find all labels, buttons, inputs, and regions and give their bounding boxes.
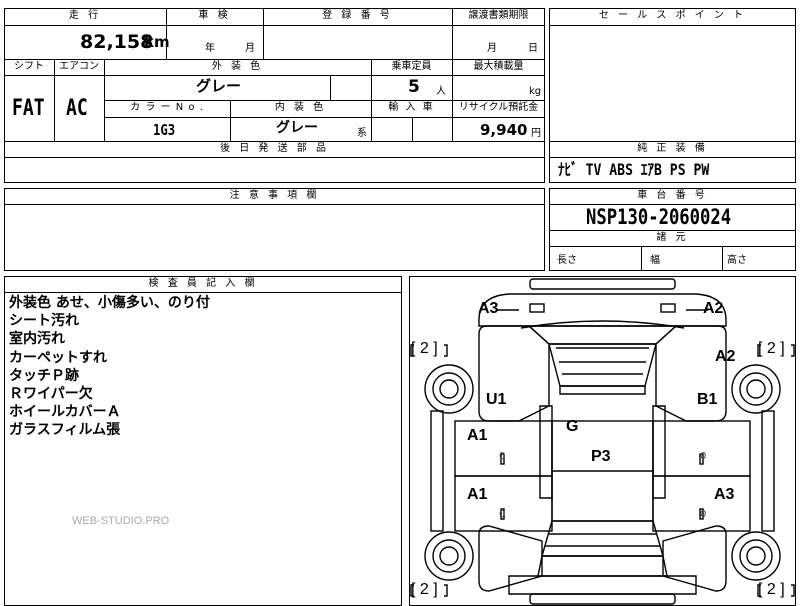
recycle-value: 9,940 xyxy=(480,121,528,139)
row-divider xyxy=(549,141,796,142)
col-divider xyxy=(412,117,413,141)
inspection-header: 車 検 xyxy=(198,10,231,21)
col-divider xyxy=(722,246,723,271)
row-divider xyxy=(549,157,796,158)
color-no-value: 1G3 xyxy=(153,121,176,139)
inspector-note: シート汚れ xyxy=(9,313,79,330)
row-divider xyxy=(4,204,545,205)
damage-mark-a1-rear-door: A1 xyxy=(467,486,488,503)
door-handle-zero: 0 xyxy=(499,451,506,462)
shift-value: FAT xyxy=(12,96,45,121)
mileage-value: 82,158 xyxy=(80,31,154,53)
tread-depth-rear-left: [ 2 ] xyxy=(411,581,438,598)
door-handle-zero: 0 xyxy=(700,451,707,462)
mileage-header: 走 行 xyxy=(68,10,102,21)
chassis-header: 車 台 番 号 xyxy=(637,190,708,201)
tread-depth-front-right: [ 2 ] xyxy=(758,340,785,357)
inspector-notes: 外装色 あせ、小傷多い、のり付 シート汚れ 室内汚れ カーペットすれ タッチＰ跡… xyxy=(9,294,210,440)
damage-mark-a2-front-right: A2 xyxy=(703,300,724,317)
damage-mark-a1-front-door: A1 xyxy=(467,427,488,444)
inspector-note: カーペットすれ xyxy=(9,349,107,366)
inspector-note: ガラスフィルム張 xyxy=(9,422,121,439)
recycle-unit: 円 xyxy=(531,128,541,139)
row-divider xyxy=(4,75,545,76)
damage-mark-p3: P3 xyxy=(591,448,611,465)
caution-header: 注 意 事 項 欄 xyxy=(229,190,320,201)
import-header: 輸 入 車 xyxy=(388,102,435,113)
tread-depth-rear-right: [ 2 ] xyxy=(758,581,785,598)
interior-color-value: グレー xyxy=(276,120,318,136)
capacity-value: 5 xyxy=(408,77,420,97)
inspector-note: タッチＰ跡 xyxy=(9,367,79,384)
equipment-header: 純 正 装 備 xyxy=(637,143,708,154)
damage-mark-a2-right-fender: A2 xyxy=(715,348,736,365)
exterior-color-value: グレー xyxy=(196,77,242,95)
max-load-header: 最大積載量 xyxy=(473,61,524,72)
registration-header: 登 録 番 号 xyxy=(322,10,393,21)
damage-mark-b1: B1 xyxy=(697,391,718,408)
row-divider xyxy=(4,25,545,26)
row-divider xyxy=(549,25,796,26)
inspection-year-unit: 年 xyxy=(205,43,215,54)
row-divider xyxy=(104,117,545,118)
tread-depth-front-left: [ 2 ] xyxy=(411,340,438,357)
damage-mark-a3-right-rear-door: A3 xyxy=(714,486,735,503)
damage-mark-g: G xyxy=(566,418,579,435)
chassis-number: NSP130-2060024 xyxy=(586,205,732,229)
shift-header: シフト xyxy=(14,61,44,72)
row-divider xyxy=(104,100,545,101)
row-divider xyxy=(549,230,796,231)
inspector-note: 外装色 あせ、小傷多い、のり付 xyxy=(9,295,210,311)
transfer-day-unit: 日 xyxy=(528,43,538,54)
inspector-note: 室内汚れ xyxy=(9,331,65,348)
aircon-value: AC xyxy=(66,96,88,121)
max-load-unit: kg xyxy=(529,86,542,97)
color-no-header: カ ラ ー N o . xyxy=(130,102,204,113)
capacity-unit: 人 xyxy=(436,86,446,97)
inspector-note: Ｒワイパー欠 xyxy=(9,386,93,403)
recycle-header: リサイクル預託金 xyxy=(458,102,539,113)
door-handle-zero: 0 xyxy=(700,509,707,520)
interior-color-suffix: 系 xyxy=(357,128,367,139)
sales-point-header: セ ー ル ス ポ イ ン ト xyxy=(598,10,747,21)
row-divider xyxy=(4,141,545,142)
aircon-header: エアコン xyxy=(59,61,99,72)
interior-color-header: 内 装 色 xyxy=(274,102,327,113)
inspector-note: ホイールカバーＡ xyxy=(9,404,121,421)
dimension-width-label: 幅 xyxy=(650,255,660,266)
row-divider xyxy=(4,157,545,158)
inspector-header: 検 査 員 記 入 欄 xyxy=(148,278,258,289)
damage-mark-a3-front-left: A3 xyxy=(478,300,499,317)
transfer-deadline-header: 譲渡書類期限 xyxy=(468,10,529,21)
door-handle-zero: 0 xyxy=(499,509,506,520)
inspection-month-unit: 月 xyxy=(245,43,255,54)
capacity-header: 乗車定員 xyxy=(391,61,432,72)
equipment-value: ﾅﾋﾞ TV ABS ｴｱB PS PW xyxy=(558,160,710,179)
later-parts-header: 後 日 発 送 部 品 xyxy=(220,143,329,154)
transfer-month-unit: 月 xyxy=(487,43,497,54)
row-divider xyxy=(549,246,796,247)
row-divider xyxy=(4,292,402,293)
damage-mark-u1: U1 xyxy=(486,391,507,408)
dimensions-header: 諸 元 xyxy=(656,232,689,243)
mileage-unit: km xyxy=(144,33,170,51)
dimension-height-label: 高さ xyxy=(727,255,747,266)
row-divider xyxy=(4,59,545,60)
dimension-length-label: 長さ xyxy=(557,255,577,266)
col-divider xyxy=(330,75,331,100)
watermark: WEB-STUDIO.PRO xyxy=(72,515,170,527)
col-divider xyxy=(641,246,642,271)
exterior-color-header: 外 装 色 xyxy=(211,61,264,72)
